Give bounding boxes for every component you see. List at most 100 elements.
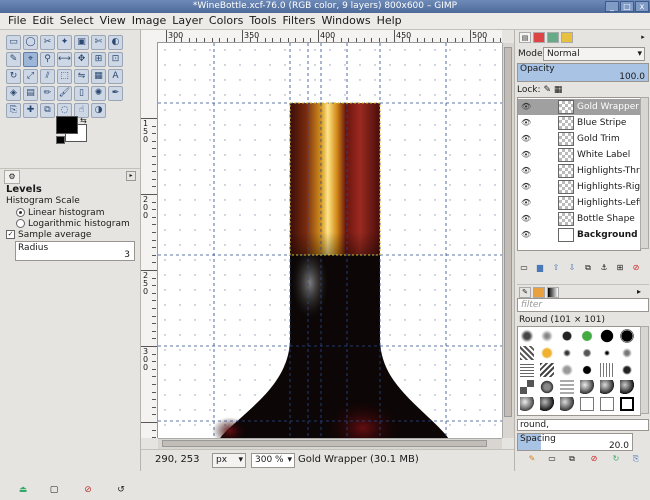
layer-name[interactable]: Gold Trim: [577, 131, 640, 147]
layer-thumbnail[interactable]: [558, 132, 574, 146]
visibility-eye-icon[interactable]: 👁: [521, 147, 531, 163]
brush-swatch[interactable]: [620, 329, 634, 343]
brush-swatch[interactable]: [560, 329, 574, 343]
tab-menu-icon[interactable]: ▸: [637, 32, 649, 43]
brush-swatch[interactable]: [560, 397, 574, 411]
radius-field[interactable]: Radius 3: [15, 241, 135, 261]
tool-fuzzy-select-icon[interactable]: ✦: [57, 35, 72, 50]
visibility-eye-icon[interactable]: 👁: [521, 131, 531, 147]
menu-colors[interactable]: Colors: [206, 13, 246, 29]
log-histogram-option[interactable]: Logarithmic histogram: [16, 219, 130, 229]
tool-scissors-icon[interactable]: ✄: [91, 35, 106, 50]
tool-ink-icon[interactable]: ✒: [108, 86, 123, 101]
foreground-color[interactable]: [56, 116, 78, 134]
brush-swatch[interactable]: [580, 397, 594, 411]
anchor-layer-icon[interactable]: ⚓: [599, 263, 609, 272]
tool-flip-icon[interactable]: ⇋: [74, 69, 89, 84]
tool-measure-icon[interactable]: ⟷: [57, 52, 72, 67]
brush-grid[interactable]: [517, 326, 641, 416]
brush-swatch[interactable]: [540, 329, 554, 343]
tool-options-tab[interactable]: ⚙: [4, 170, 20, 184]
visibility-eye-icon[interactable]: 👁: [521, 99, 531, 115]
layer-row[interactable]: 👁 Background: [518, 227, 640, 243]
layer-row[interactable]: 👁 Blue Stripe: [518, 115, 640, 131]
brush-scrollbar[interactable]: [640, 326, 649, 414]
new-brush-icon[interactable]: ▭: [547, 454, 557, 463]
layer-thumbnail[interactable]: [558, 180, 574, 194]
menu-windows[interactable]: Windows: [318, 13, 373, 29]
brush-swatch[interactable]: [600, 397, 614, 411]
brush-swatch[interactable]: [620, 363, 634, 377]
merge-layer-icon[interactable]: ⊞: [615, 263, 625, 272]
tool-free-select-icon[interactable]: ✂: [40, 35, 55, 50]
layer-row[interactable]: 👁 Highlights-Throat: [518, 163, 640, 179]
layer-thumbnail[interactable]: [558, 212, 574, 226]
visibility-eye-icon[interactable]: 👁: [521, 163, 531, 179]
layer-row[interactable]: 👁 Highlights-Left Bo: [518, 195, 640, 211]
tool-move-icon[interactable]: ✥: [74, 52, 89, 67]
brush-swatch[interactable]: [540, 397, 554, 411]
duplicate-layer-icon[interactable]: ⧉: [583, 263, 593, 273]
mode-select[interactable]: Normal ▾: [543, 47, 645, 61]
tool-zoom-icon[interactable]: ⚲: [40, 52, 55, 67]
linear-histogram-option[interactable]: Linear histogram: [16, 208, 104, 218]
menu-edit[interactable]: Edit: [29, 13, 56, 29]
brushes-tab[interactable]: ✎: [519, 287, 531, 298]
maximize-button[interactable]: □: [620, 1, 634, 12]
horizontal-scroll-thumb[interactable]: [162, 440, 487, 447]
vertical-scroll-thumb[interactable]: [504, 47, 512, 417]
layer-name[interactable]: Blue Stripe: [577, 115, 640, 131]
delete-layer-icon[interactable]: ⊘: [631, 263, 641, 272]
menu-file[interactable]: File: [0, 13, 29, 29]
brush-swatch[interactable]: [620, 346, 634, 360]
layers-scrollbar[interactable]: [640, 97, 649, 249]
default-colors-icon[interactable]: [56, 136, 65, 144]
spacing-slider[interactable]: Spacing 20.0: [517, 433, 633, 451]
layer-name[interactable]: Background: [577, 227, 640, 243]
brush-swatch[interactable]: [560, 346, 574, 360]
brush-filter-input[interactable]: filter: [517, 298, 649, 312]
tool-foreground-select-icon[interactable]: ◐: [108, 35, 123, 50]
layer-row[interactable]: 👁 White Label: [518, 147, 640, 163]
restore-options-icon[interactable]: ▢: [48, 484, 60, 496]
new-group-icon[interactable]: ▆: [535, 263, 545, 272]
undo-tab[interactable]: [561, 32, 573, 43]
tool-align-icon[interactable]: ⊞: [91, 52, 106, 67]
tool-blend-icon[interactable]: ▤: [23, 86, 38, 101]
tool-color-select-icon[interactable]: ▣: [74, 35, 89, 50]
radio-linear[interactable]: [16, 208, 25, 217]
brush-swatch[interactable]: [560, 363, 574, 377]
tool-pencil-icon[interactable]: ✏: [40, 86, 55, 101]
close-button[interactable]: x: [635, 1, 649, 12]
minimize-button[interactable]: _: [605, 1, 619, 12]
tool-rect-select-icon[interactable]: ▭: [6, 35, 21, 50]
duplicate-brush-icon[interactable]: ⧉: [567, 454, 577, 464]
visibility-eye-icon[interactable]: 👁: [521, 179, 531, 195]
opacity-slider[interactable]: Opacity 100.0: [517, 63, 649, 82]
tool-airbrush-icon[interactable]: ✺: [91, 86, 106, 101]
tool-eraser-icon[interactable]: ▯: [74, 86, 89, 101]
tool-paintbrush-icon[interactable]: 🖌: [57, 86, 72, 101]
lock-alpha-icon[interactable]: ▦: [554, 85, 563, 95]
gradients-tab[interactable]: [547, 287, 559, 298]
raise-layer-icon[interactable]: ⇧: [551, 263, 561, 272]
patterns-tab[interactable]: [533, 287, 545, 298]
brush-swatch[interactable]: [600, 380, 614, 394]
tool-shear-icon[interactable]: ⫽: [40, 69, 55, 84]
visibility-eye-icon[interactable]: 👁: [521, 227, 531, 243]
horizontal-ruler[interactable]: 300 350 400 450 500: [157, 30, 502, 43]
horizontal-scrollbar[interactable]: [158, 438, 502, 449]
brush-swatch[interactable]: [620, 397, 634, 411]
refresh-brushes-icon[interactable]: ↻: [611, 454, 621, 463]
brush-swatch[interactable]: [600, 363, 614, 377]
menu-help[interactable]: Help: [374, 13, 405, 29]
brush-swatch[interactable]: [560, 380, 574, 394]
sample-average-checkbox[interactable]: ✓: [6, 230, 15, 239]
layer-thumbnail[interactable]: [558, 148, 574, 162]
tool-rotate-icon[interactable]: ↻: [6, 69, 21, 84]
unit-select[interactable]: px ▾: [212, 453, 246, 468]
visibility-eye-icon[interactable]: 👁: [521, 195, 531, 211]
menu-view[interactable]: View: [97, 13, 129, 29]
brush-swatch[interactable]: [520, 329, 534, 343]
brush-swatch[interactable]: [580, 380, 594, 394]
